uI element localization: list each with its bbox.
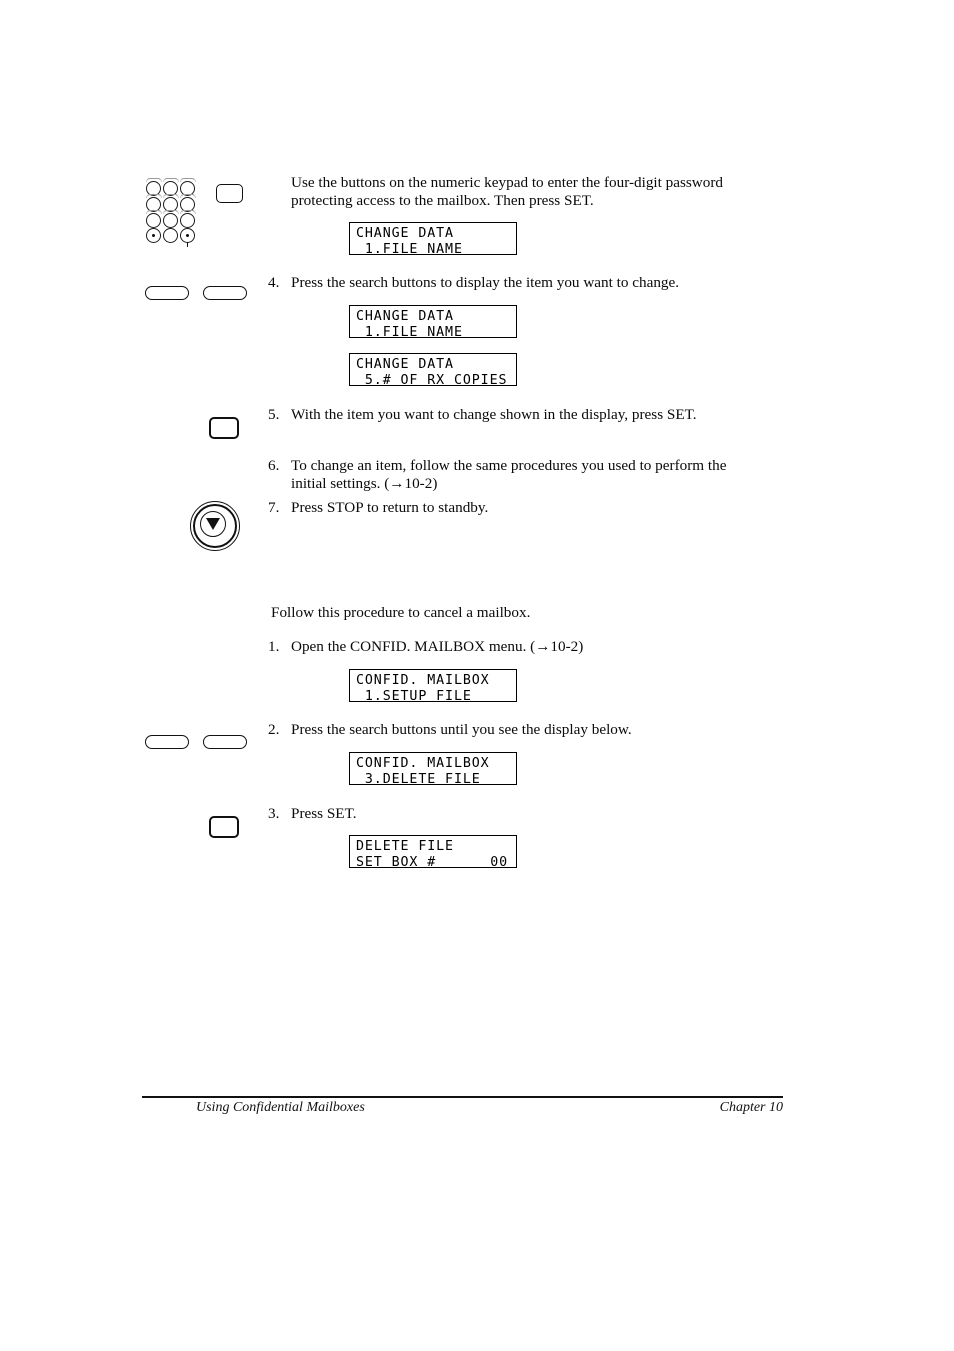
step-number-6: 6. [268, 457, 280, 474]
keypad-asterisk-dot-icon [152, 234, 155, 237]
lcd-display-confid-mailbox-setup-file: CONFID. MAILBOX 1.SETUP FILE [349, 669, 517, 704]
step-text-2: Press the search buttons until you see t… [291, 721, 632, 738]
stop-button-icon[interactable] [190, 501, 240, 551]
keypad-key-9[interactable] [180, 213, 195, 228]
step-text-1: Open the CONFID. MAILBOX menu. (→10-2) [291, 638, 584, 655]
stop-triangle-icon [206, 518, 220, 530]
lcd-display-change-data-file-name-2: CHANGE DATA 1.FILE NAME [349, 305, 517, 340]
lcd-line-2-label: SET BOX # [356, 854, 437, 870]
step-text-7: Press STOP to return to standby. [291, 499, 489, 516]
keypad-hash-tick-icon [187, 242, 189, 247]
step-text-4: Press the search buttons to display the … [291, 274, 680, 291]
lcd-line-1: CHANGE DATA [356, 226, 454, 241]
keypad-hash-dot-icon [186, 234, 189, 237]
lcd-display-change-data-rx-copies: CHANGE DATA 5.# OF RX COPIES [349, 353, 517, 388]
search-button-left-icon[interactable] [145, 735, 193, 753]
step-number-2: 2. [268, 721, 280, 738]
numeric-keypad-icon [146, 176, 212, 248]
intro-paragraph: Use the buttons on the numeric keypad to… [291, 174, 724, 209]
lcd-line-1: CONFID. MAILBOX [356, 756, 490, 771]
step-text-6: To change an item, follow the same proce… [291, 457, 727, 492]
step-number-1: 1. [268, 638, 280, 655]
step-number-4: 4. [268, 274, 280, 291]
keypad-key-8[interactable] [163, 213, 178, 228]
lcd-line-2: 1.SETUP FILE [356, 688, 472, 704]
lcd-line-1: DELETE FILE [356, 839, 454, 854]
step-number-5: 5. [268, 406, 280, 423]
lcd-line-1: CONFID. MAILBOX [356, 673, 490, 688]
lcd-line-2: 5.# OF RX COPIES [356, 372, 508, 388]
search-button-left-icon[interactable] [145, 286, 193, 304]
lcd-line-1: CHANGE DATA [356, 309, 454, 324]
step-number-7: 7. [268, 499, 280, 516]
set-button-icon[interactable] [216, 184, 247, 207]
step-text-5: With the item you want to change shown i… [291, 406, 697, 423]
lcd-line-1: CHANGE DATA [356, 357, 454, 372]
lcd-line-2: 1.FILE NAME [356, 241, 463, 257]
search-button-right-icon[interactable] [203, 735, 251, 753]
lcd-line-2: 3.DELETE FILE [356, 771, 481, 787]
lcd-display-change-data-file-name: CHANGE DATA 1.FILE NAME [349, 222, 517, 257]
step-text-3: Press SET. [291, 805, 357, 822]
step-number-3: 3. [268, 805, 280, 822]
lcd-display-confid-mailbox-delete-file: CONFID. MAILBOX 3.DELETE FILE [349, 752, 517, 787]
keypad-key-0[interactable] [163, 228, 178, 243]
manual-page: Use the buttons on the numeric keypad to… [0, 0, 954, 1351]
set-button-icon[interactable] [209, 417, 245, 445]
cancel-section-lead: Follow this procedure to cancel a mailbo… [271, 604, 531, 621]
search-button-right-icon[interactable] [203, 286, 251, 304]
lcd-display-delete-file-set-box: DELETE FILE SET BOX # 00 [349, 835, 517, 871]
lcd-line-2: SET BOX # 00 [356, 855, 516, 871]
footer-right-text: Chapter 10 [719, 1100, 783, 1115]
lcd-box-number-value: 00 [490, 854, 508, 870]
footer-divider [142, 1096, 783, 1098]
lcd-line-2: 1.FILE NAME [356, 324, 463, 340]
footer-left-text: Using Confidential Mailboxes [196, 1100, 365, 1115]
set-button-icon[interactable] [209, 816, 245, 844]
keypad-key-7[interactable] [146, 213, 161, 228]
